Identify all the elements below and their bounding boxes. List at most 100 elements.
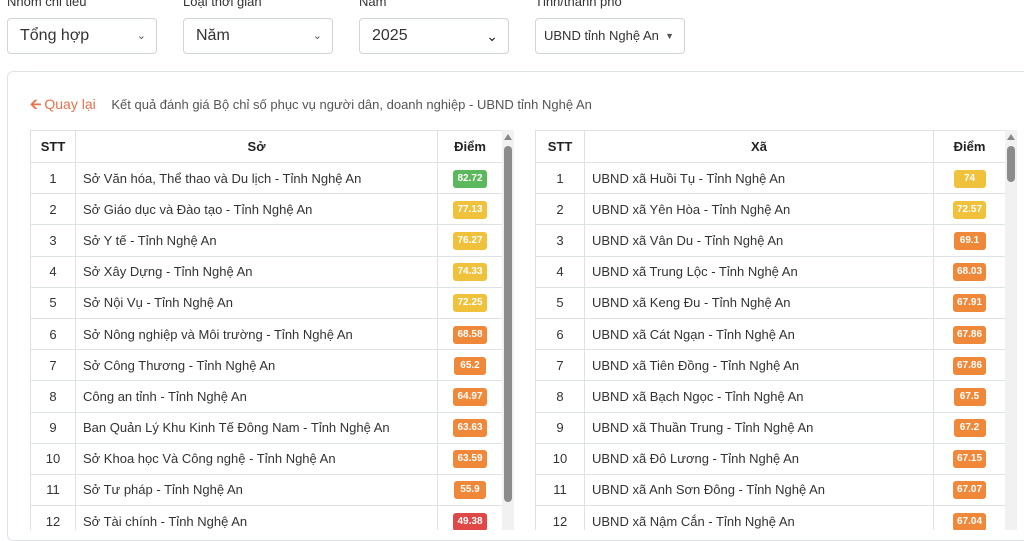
row-score-cell: 67.86: [933, 349, 1005, 382]
row-stt: 10: [30, 442, 76, 475]
header-stt: STT: [30, 130, 76, 163]
row-stt: 12: [30, 505, 76, 530]
group-value: Tổng hợp: [20, 27, 90, 44]
row-stt: 2: [535, 193, 585, 226]
row-name: Ban Quản Lý Khu Kinh Tế Đông Nam - Tỉnh …: [75, 411, 438, 444]
department-table-scrollbar[interactable]: [502, 130, 514, 530]
province-select[interactable]: UBND tỉnh Nghệ An ▼: [535, 18, 685, 54]
table-row[interactable]: 10 Sở Khoa học Và Công nghệ - Tỉnh Nghệ A…: [30, 442, 502, 475]
row-stt: 10: [535, 442, 585, 475]
row-name: Sở Y tế - Tỉnh Nghệ An: [75, 224, 438, 257]
row-stt: 9: [535, 411, 585, 444]
row-name: Sở Nông nghiệp và Môi trường - Tỉnh Nghệ…: [75, 317, 438, 351]
department-table-container[interactable]: STT Sở Điểm 1 Sở Văn hóa, Thể thao và Du …: [30, 130, 502, 530]
table-row[interactable]: 6 Sở Nông nghiệp và Môi trường - Tỉnh Ngh…: [30, 317, 502, 351]
score-badge: 67.15: [952, 450, 987, 469]
row-stt: 12: [535, 505, 585, 530]
score-badge: 76.27: [453, 231, 487, 250]
table-row[interactable]: 8 UBND xã Bạch Ngọc - Tỉnh Nghệ An 67.5: [535, 380, 1005, 413]
scroll-thumb[interactable]: [1007, 146, 1015, 182]
score-badge: 63.63: [453, 419, 487, 438]
table-row[interactable]: 1 UBND xã Huồi Tụ - Tỉnh Nghệ An 74: [535, 161, 1005, 195]
scroll-up-icon[interactable]: [1007, 134, 1015, 140]
table-row[interactable]: 7 Sở Công Thương - Tỉnh Nghệ An 65.2: [30, 349, 502, 382]
table-row[interactable]: 7 UBND xã Tiên Đồng - Tỉnh Nghệ An 67.86: [535, 349, 1005, 382]
caret-down-icon: ▼: [665, 31, 674, 41]
score-badge: 67.5: [953, 387, 986, 406]
row-name: UBND xã Đô Lương - Tỉnh Nghệ An: [584, 442, 934, 475]
row-name: Sở Khoa học Và Công nghệ - Tỉnh Nghệ An: [75, 442, 438, 475]
row-score-cell: 82.72: [437, 161, 502, 195]
score-badge: 74.33: [453, 263, 487, 282]
scroll-up-icon[interactable]: [504, 134, 512, 140]
row-score-cell: 72.25: [437, 286, 502, 319]
table-row[interactable]: 5 UBND xã Keng Đu - Tỉnh Nghệ An 67.91: [535, 286, 1005, 319]
scroll-thumb[interactable]: [504, 146, 512, 502]
row-stt: 8: [30, 380, 76, 413]
row-score-cell: 76.27: [437, 224, 502, 257]
table-row[interactable]: 4 UBND xã Trung Lộc - Tỉnh Nghệ An 68.03: [535, 255, 1005, 288]
table-header-row: STT Sở Điểm: [30, 130, 502, 163]
row-stt: 6: [30, 317, 76, 351]
score-badge: 49.38: [453, 512, 487, 530]
row-stt: 1: [30, 161, 76, 195]
province-label: Tỉnh/thành phố: [535, 0, 622, 9]
table-row[interactable]: 4 Sở Xây Dựng - Tỉnh Nghệ An 74.33: [30, 255, 502, 288]
score-badge: 68.58: [453, 325, 487, 344]
row-stt: 11: [535, 473, 585, 507]
time-type-select[interactable]: Năm ⌄: [183, 18, 333, 54]
row-name: UBND xã Anh Sơn Đông - Tỉnh Nghệ An: [584, 473, 934, 507]
header-commune: Xã: [584, 130, 934, 163]
table-row[interactable]: 8 Công an tỉnh - Tỉnh Nghệ An 64.97: [30, 380, 502, 413]
time-type-value: Năm: [196, 27, 230, 44]
row-score-cell: 65.2: [437, 349, 502, 382]
table-row[interactable]: 10 UBND xã Đô Lương - Tỉnh Nghệ An 67.15: [535, 442, 1005, 475]
table-row[interactable]: 12 Sở Tài chính - Tỉnh Nghệ An 49.38: [30, 505, 502, 530]
row-stt: 4: [30, 255, 76, 288]
table-row[interactable]: 3 UBND xã Vân Du - Tỉnh Nghệ An 69.1: [535, 224, 1005, 257]
row-stt: 1: [535, 161, 585, 195]
commune-table-scrollbar[interactable]: [1005, 130, 1017, 530]
table-row[interactable]: 2 Sở Giáo dục và Đào tạo - Tỉnh Nghệ An 77…: [30, 193, 502, 226]
table-row[interactable]: 11 Sở Tư pháp - Tỉnh Nghệ An 55.9: [30, 473, 502, 507]
row-name: Sở Tài chính - Tỉnh Nghệ An: [75, 505, 438, 530]
row-score-cell: 74: [933, 161, 1005, 195]
table-row[interactable]: 6 UBND xã Cát Ngạn - Tỉnh Nghệ An 67.86: [535, 317, 1005, 351]
row-score-cell: 67.86: [933, 317, 1005, 351]
score-badge: 74: [953, 169, 986, 188]
score-badge: 65.2: [454, 356, 486, 375]
row-name: Sở Xây Dựng - Tỉnh Nghệ An: [75, 255, 438, 288]
row-name: Sở Nội Vụ - Tỉnh Nghệ An: [75, 286, 438, 319]
row-stt: 9: [30, 411, 76, 444]
table-row[interactable]: 3 Sở Y tế - Tỉnh Nghệ An 76.27: [30, 224, 502, 257]
table-row[interactable]: 2 UBND xã Yên Hòa - Tỉnh Nghệ An 72.57: [535, 193, 1005, 226]
group-select[interactable]: Tổng hợp ⌄: [7, 18, 157, 54]
group-label: Nhóm chỉ tiêu: [7, 0, 87, 9]
score-badge: 67.86: [952, 325, 987, 344]
header-department: Sở: [75, 130, 438, 163]
table-row[interactable]: 9 Ban Quản Lý Khu Kinh Tế Đông Nam - Tỉnh…: [30, 411, 502, 444]
row-score-cell: 67.5: [933, 380, 1005, 413]
row-score-cell: 68.03: [933, 255, 1005, 288]
row-score-cell: 67.15: [933, 442, 1005, 475]
table-row[interactable]: 9 UBND xã Thuần Trung - Tỉnh Nghệ An 67.2: [535, 411, 1005, 444]
row-name: UBND xã Vân Du - Tỉnh Nghệ An: [584, 224, 934, 257]
score-badge: 67.86: [952, 356, 987, 375]
row-stt: 8: [535, 380, 585, 413]
row-name: UBND xã Nậm Cắn - Tỉnh Nghệ An: [584, 505, 934, 530]
back-link[interactable]: 🡨 Quay lại: [30, 96, 96, 112]
table-row[interactable]: 1 Sở Văn hóa, Thể thao và Du lịch - Tỉnh …: [30, 161, 502, 195]
table-row[interactable]: 5 Sở Nội Vụ - Tỉnh Nghệ An 72.25: [30, 286, 502, 319]
commune-table: STT Xã Điểm 1 UBND xã Huồi Tụ - Tỉnh Nghệ…: [535, 130, 1005, 530]
table-row[interactable]: 12 UBND xã Nậm Cắn - Tỉnh Nghệ An 67.04: [535, 505, 1005, 530]
back-label: Quay lại: [44, 96, 96, 112]
year-select[interactable]: 2025 ⌄: [359, 18, 509, 54]
commune-table-container[interactable]: STT Xã Điểm 1 UBND xã Huồi Tụ - Tỉnh Nghệ…: [535, 130, 1005, 530]
score-badge: 67.91: [952, 294, 987, 313]
row-name: UBND xã Yên Hòa - Tỉnh Nghệ An: [584, 193, 934, 226]
chevron-down-icon: ⌄: [136, 30, 146, 42]
row-score-cell: 63.63: [437, 411, 502, 444]
table-row[interactable]: 11 UBND xã Anh Sơn Đông - Tỉnh Nghệ An 67.…: [535, 473, 1005, 507]
header-stt: STT: [535, 130, 585, 163]
filter-bar: Nhóm chỉ tiêu Tổng hợp ⌄ Loại thời gian …: [0, 0, 1024, 60]
